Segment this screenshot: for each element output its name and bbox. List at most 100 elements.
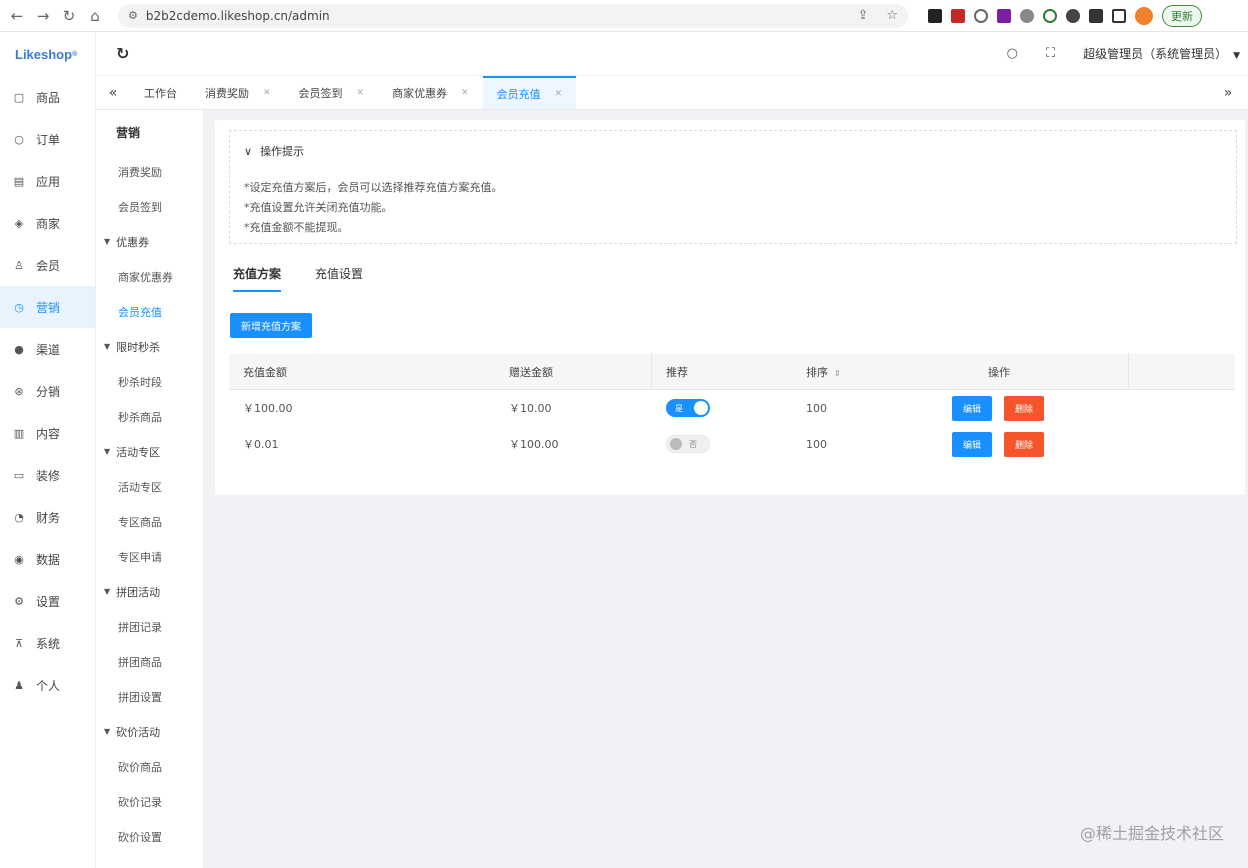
extension-icon[interactable]: [1043, 8, 1057, 23]
puzzle-icon[interactable]: [1089, 8, 1103, 23]
delete-button[interactable]: 删除: [1004, 395, 1044, 421]
page-tab[interactable]: 会员签到 ✕: [285, 76, 379, 109]
caret-down-icon: ▼: [104, 342, 111, 351]
extension-icon[interactable]: [974, 8, 988, 23]
sub-nav-item[interactable]: 砍价记录: [96, 784, 203, 819]
sub-nav-item[interactable]: 拼团设置: [96, 679, 203, 714]
close-icon[interactable]: ✕: [357, 88, 365, 98]
close-icon[interactable]: ✕: [555, 89, 563, 99]
forward-arrow-icon[interactable]: →: [30, 3, 56, 29]
extension-icon[interactable]: [1020, 8, 1034, 23]
sidepanel-icon[interactable]: [1112, 8, 1126, 23]
page-tab[interactable]: 工作台: [130, 76, 191, 109]
tab-recharge-settings[interactable]: 充值设置: [315, 265, 363, 292]
browser-toolbar: ← → ↻ ⌂ ⚙ b2b2cdemo.likeshop.cn/admin ⇪ …: [0, 0, 1248, 32]
sub-nav-item[interactable]: 秒杀时段: [96, 364, 203, 399]
sidebar-item[interactable]: ● 渠道: [0, 328, 95, 370]
sidebar-item-label: 商品: [36, 90, 61, 105]
user-menu[interactable]: 超级管理员（系统管理员） ▼: [1083, 45, 1240, 62]
update-button[interactable]: 更新: [1162, 4, 1202, 27]
sidebar-item[interactable]: ♙ 会员: [0, 244, 95, 286]
caret-down-icon: ▼: [1233, 51, 1240, 61]
tab-recharge-plan[interactable]: 充值方案: [233, 265, 282, 292]
page-tab[interactable]: 会员充值 ✕: [482, 76, 577, 109]
sidebar-item[interactable]: ◉ 数据: [0, 538, 95, 580]
sub-nav-group[interactable]: ▼ 砍价活动: [96, 714, 203, 749]
person-icon: ♟: [14, 678, 24, 692]
sidebar-item[interactable]: ♟ 个人: [0, 664, 95, 706]
caret-down-icon: ▼: [104, 727, 111, 736]
table-header: 充值金额 赠送金额 推荐 排序 ⇕ 操作: [229, 353, 1235, 390]
fullscreen-icon[interactable]: ⛶: [1046, 46, 1055, 61]
tips-panel: ∨ 操作提示 *设定充值方案后，会员可以选择推荐充值方案充值。 *充值设置允许关…: [229, 130, 1237, 244]
close-icon[interactable]: ✕: [461, 88, 469, 98]
logo-mark: ®: [72, 50, 78, 58]
bookmark-star-icon[interactable]: ☆: [886, 8, 898, 23]
notification-icon[interactable]: ○: [1007, 46, 1018, 61]
sidebar-item[interactable]: ⊛ 分销: [0, 370, 95, 412]
refresh-icon[interactable]: ↻: [116, 44, 129, 63]
sidebar-item[interactable]: ○ 订单: [0, 118, 95, 160]
page-tab[interactable]: 商家优惠券 ✕: [378, 76, 483, 109]
sub-nav-item[interactable]: 砍价设置: [96, 819, 203, 854]
sidebar-item[interactable]: ▭ 装修: [0, 454, 95, 496]
tabs-scroll-left-icon[interactable]: «: [96, 76, 130, 109]
profile-avatar[interactable]: [1135, 6, 1153, 25]
sub-nav-item[interactable]: 活动专区: [96, 469, 203, 504]
sidebar-item[interactable]: ⊼ 系统: [0, 622, 95, 664]
sidebar-item-label: 订单: [36, 132, 61, 147]
sidebar-item[interactable]: ◈ 商家: [0, 202, 95, 244]
add-recharge-plan-button[interactable]: 新增充值方案: [230, 313, 312, 338]
sub-nav-item[interactable]: 商家优惠券: [96, 259, 203, 294]
recommend-switch-label: 是: [675, 403, 683, 413]
logo[interactable]: Likeshop ®: [0, 32, 95, 76]
delete-button[interactable]: 删除: [1004, 431, 1044, 457]
sidebar-item[interactable]: ▤ 应用: [0, 160, 95, 202]
sidebar-item-label: 分销: [36, 384, 61, 399]
page-tab[interactable]: 消费奖励 ✕: [191, 76, 285, 109]
tips-line: *充值金额不能提现。: [244, 221, 349, 234]
extension-icon[interactable]: [951, 8, 965, 23]
sub-nav-item[interactable]: 秒杀商品: [96, 399, 203, 434]
sub-nav-item[interactable]: 专区申请: [96, 539, 203, 574]
sidebar-item-label: 数据: [36, 552, 61, 567]
sub-nav-item[interactable]: 拼团商品: [96, 644, 203, 679]
sub-nav-item[interactable]: 砍价商品: [96, 749, 203, 784]
close-icon[interactable]: ✕: [263, 88, 271, 98]
page-tab-label: 工作台: [144, 86, 177, 100]
back-arrow-icon[interactable]: ←: [4, 3, 30, 29]
sidebar-item[interactable]: ◷ 营销: [0, 286, 95, 328]
sidebar-item[interactable]: ⚙ 设置: [0, 580, 95, 622]
sub-nav-item[interactable]: 拼团记录: [96, 609, 203, 644]
sidebar-item[interactable]: ◔ 财务: [0, 496, 95, 538]
site-info-icon[interactable]: ⚙: [128, 9, 138, 22]
sub-nav-group[interactable]: ▼ 活动专区: [96, 434, 203, 469]
tips-toggle[interactable]: ∨ 操作提示: [244, 143, 304, 159]
cell-sort: 100: [806, 401, 827, 415]
sub-nav-group[interactable]: ▼ 优惠券: [96, 224, 203, 259]
sub-nav-group[interactable]: ▼ 拼团活动: [96, 574, 203, 609]
address-url[interactable]: b2b2cdemo.likeshop.cn/admin: [146, 9, 850, 23]
tabs-scroll-right-icon[interactable]: »: [1208, 76, 1248, 109]
extension-icon[interactable]: [997, 8, 1011, 23]
sidebar-item[interactable]: ▥ 内容: [0, 412, 95, 454]
edit-button[interactable]: 编辑: [952, 395, 992, 421]
recommend-switch[interactable]: 否: [666, 435, 710, 453]
sub-nav-item[interactable]: 专区商品: [96, 504, 203, 539]
edit-button[interactable]: 编辑: [952, 431, 992, 457]
home-icon[interactable]: ⌂: [82, 3, 108, 29]
extensions-row: 更新: [928, 4, 1202, 27]
extension-icon[interactable]: [1066, 8, 1080, 23]
share-icon[interactable]: ⇪: [857, 8, 868, 23]
sub-nav-group[interactable]: ▼ 限时秒杀: [96, 329, 203, 364]
recommend-switch[interactable]: 是: [666, 399, 710, 417]
address-bar[interactable]: ⚙ b2b2cdemo.likeshop.cn/admin ⇪ ☆: [118, 3, 908, 28]
sub-nav-item[interactable]: 会员充值: [96, 294, 203, 329]
sub-nav-item[interactable]: 消费奖励: [96, 154, 203, 189]
sub-nav-item[interactable]: 会员签到: [96, 189, 203, 224]
sidebar-item[interactable]: ▢ 商品: [0, 76, 95, 118]
sort-icon[interactable]: ⇕: [834, 369, 841, 378]
column-header-sort[interactable]: 排序 ⇕: [792, 364, 932, 380]
reload-icon[interactable]: ↻: [56, 3, 82, 29]
extension-icon[interactable]: [928, 8, 942, 23]
